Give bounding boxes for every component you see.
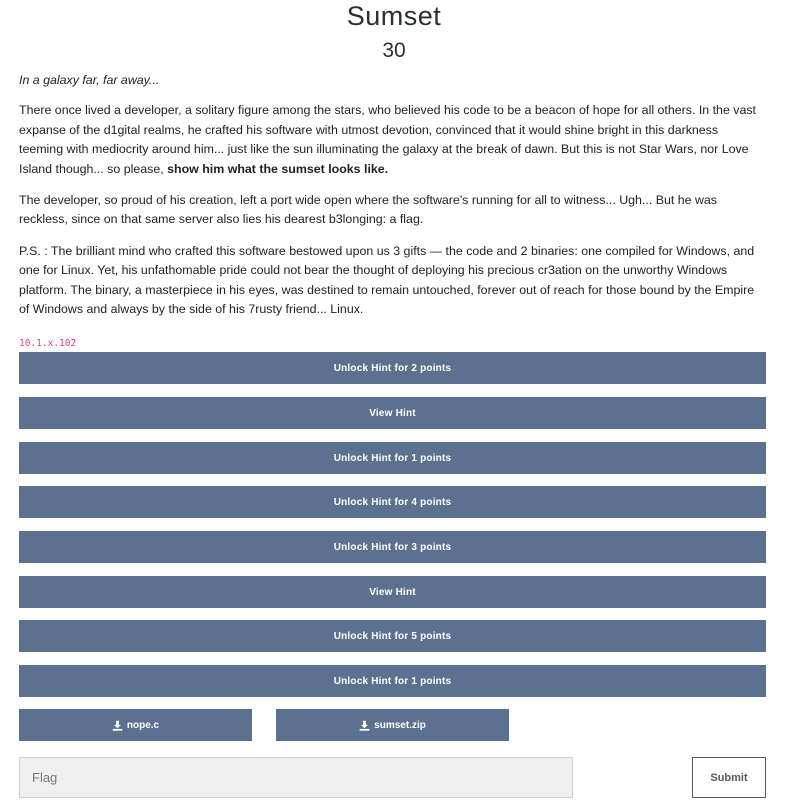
file-name: sumset.zip: [374, 719, 426, 731]
challenge-description: In a galaxy far, far away... There once …: [19, 71, 761, 331]
description-paragraph-1: There once lived a developer, a solitary…: [19, 101, 761, 179]
challenge-points: 30: [382, 39, 406, 62]
challenge-title: Sumset: [346, 1, 442, 31]
hint-button-1[interactable]: Unlock Hint for 2 points: [19, 352, 766, 384]
download-icon: [112, 720, 123, 731]
hint-button-5[interactable]: Unlock Hint for 3 points: [19, 531, 766, 563]
hint-button-6[interactable]: View Hint: [19, 576, 766, 608]
submit-button[interactable]: Submit: [692, 757, 766, 798]
description-paragraph-1-bold: show him what the sumset looks like.: [167, 161, 389, 176]
file-name: nope.c: [126, 719, 160, 731]
file-download-nope-c[interactable]: nope.c: [19, 709, 252, 741]
description-paragraph-3: P.S. : The brilliant mind who crafted th…: [19, 243, 755, 317]
file-download-sumset-zip[interactable]: sumset.zip: [276, 709, 509, 741]
description-intro: In a galaxy far, far away...: [19, 73, 160, 87]
hint-button-7[interactable]: Unlock Hint for 5 points: [19, 620, 766, 652]
flag-input[interactable]: [19, 757, 573, 798]
hint-button-8[interactable]: Unlock Hint for 1 points: [19, 665, 766, 697]
connection-info: 10.1.x.102: [19, 338, 77, 349]
hint-button-2[interactable]: View Hint: [19, 397, 766, 429]
hint-button-3[interactable]: Unlock Hint for 1 points: [19, 442, 766, 474]
hint-button-4[interactable]: Unlock Hint for 4 points: [19, 486, 766, 518]
download-icon: [359, 720, 370, 731]
description-paragraph-2: The developer, so proud of his creation,…: [19, 193, 718, 227]
